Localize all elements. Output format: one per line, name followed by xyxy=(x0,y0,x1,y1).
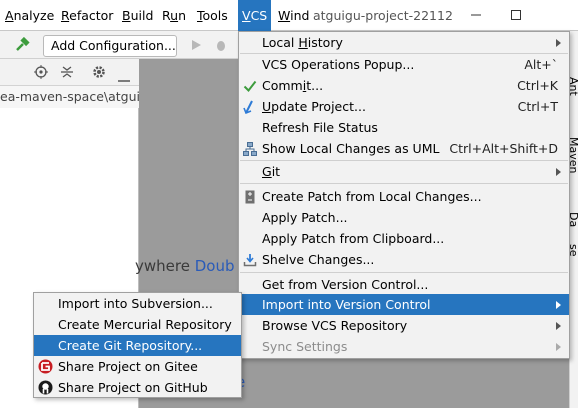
submenu-arrow-icon xyxy=(556,322,561,330)
github-logo-icon xyxy=(38,380,53,395)
submenu-item-create-git-repository[interactable]: Create Git Repository... xyxy=(34,335,241,356)
menu-separator xyxy=(240,183,568,184)
menu-item-create-patch[interactable]: Create Patch from Local Changes... xyxy=(239,186,569,207)
submenu-item-share-github[interactable]: Share Project on GitHub xyxy=(34,377,241,398)
menu-window[interactable]: Wind xyxy=(278,0,309,31)
menu-separator xyxy=(240,272,568,273)
submenu-arrow-icon xyxy=(556,301,561,309)
menu-item-update-project[interactable]: Update Project... Ctrl+T xyxy=(239,96,569,117)
window-title: atguigu-project-22112 xyxy=(313,8,453,23)
uml-diagram-icon xyxy=(243,141,257,156)
vcs-menu: Local History VCS Operations Popup... Alt… xyxy=(238,31,570,359)
menu-item-browse-vcs-repository[interactable]: Browse VCS Repository xyxy=(239,315,569,336)
gear-icon[interactable] xyxy=(92,65,106,82)
menu-item-git[interactable]: Git xyxy=(239,161,569,182)
import-vcs-submenu: Import into Subversion... Create Mercuri… xyxy=(33,292,242,398)
submenu-arrow-icon xyxy=(556,39,561,47)
menu-run[interactable]: Run xyxy=(162,0,186,31)
menu-analyze[interactable]: Analyze xyxy=(5,0,54,31)
maven-tool-tab[interactable]: Maven xyxy=(570,137,578,173)
ant-tool-tab[interactable]: Ant xyxy=(570,77,578,96)
database-tool-tab-2[interactable]: se xyxy=(570,244,578,257)
locate-icon[interactable] xyxy=(34,65,48,82)
menu-refactor[interactable]: Refactor xyxy=(61,0,113,31)
menu-vcs[interactable]: VCS xyxy=(238,0,271,31)
menu-item-import-into-vcs[interactable]: Import into Version Control xyxy=(239,294,569,315)
run-icon[interactable] xyxy=(190,39,202,54)
menu-item-vcs-operations-popup[interactable]: VCS Operations Popup... Alt+` xyxy=(239,54,569,75)
minimize-icon[interactable] xyxy=(470,9,482,21)
hide-panel-icon[interactable] xyxy=(118,71,130,86)
submenu-item-share-gitee[interactable]: Share Project on Gitee xyxy=(34,356,241,377)
update-arrow-icon xyxy=(243,99,257,115)
menu-item-apply-patch[interactable]: Apply Patch... xyxy=(239,207,569,228)
maximize-icon[interactable] xyxy=(510,9,522,21)
menu-item-apply-patch-clipboard[interactable]: Apply Patch from Clipboard... xyxy=(239,228,569,249)
editor-hint-text: ywhere xyxy=(135,257,195,275)
patch-file-icon xyxy=(243,189,257,204)
menu-item-commit[interactable]: Commit... Ctrl+K xyxy=(239,75,569,96)
gitee-logo-icon xyxy=(38,359,53,374)
menu-item-shelve-changes[interactable]: Shelve Changes... xyxy=(239,249,569,270)
editor-hint-shortcut: Doub xyxy=(194,257,235,275)
database-tool-tab[interactable]: Da xyxy=(570,212,578,227)
checkmark-icon xyxy=(243,78,257,93)
project-panel-header xyxy=(0,59,139,86)
menu-bar: Analyze Refactor Build Run Tools VCS Win… xyxy=(0,0,578,31)
submenu-item-import-subversion[interactable]: Import into Subversion... xyxy=(34,293,241,314)
menu-item-refresh-file-status[interactable]: Refresh File Status xyxy=(239,117,569,138)
submenu-arrow-icon xyxy=(556,343,561,351)
add-configuration-button[interactable]: Add Configuration... xyxy=(43,35,177,57)
menu-item-show-local-changes-uml[interactable]: Show Local Changes as UML Ctrl+Alt+Shift+… xyxy=(239,138,569,159)
project-root-path[interactable]: ea-maven-space\atguigu xyxy=(0,86,139,108)
debug-icon[interactable] xyxy=(214,38,228,55)
collapse-all-icon[interactable] xyxy=(60,65,74,82)
shelve-icon xyxy=(243,252,257,267)
submenu-arrow-icon xyxy=(556,168,561,176)
submenu-item-create-mercurial[interactable]: Create Mercurial Repository xyxy=(34,314,241,335)
menu-tools[interactable]: Tools xyxy=(197,0,228,31)
menu-item-local-history[interactable]: Local History xyxy=(239,32,569,53)
right-tool-strip: Ant Maven Da se xyxy=(569,31,578,408)
menu-item-sync-settings: Sync Settings xyxy=(239,336,569,357)
editor-hint: ywhere Doub xyxy=(135,257,234,275)
build-hammer-icon[interactable] xyxy=(14,36,30,53)
menu-build[interactable]: Build xyxy=(122,0,153,31)
menu-item-get-from-vcs[interactable]: Get from Version Control... xyxy=(239,274,569,295)
